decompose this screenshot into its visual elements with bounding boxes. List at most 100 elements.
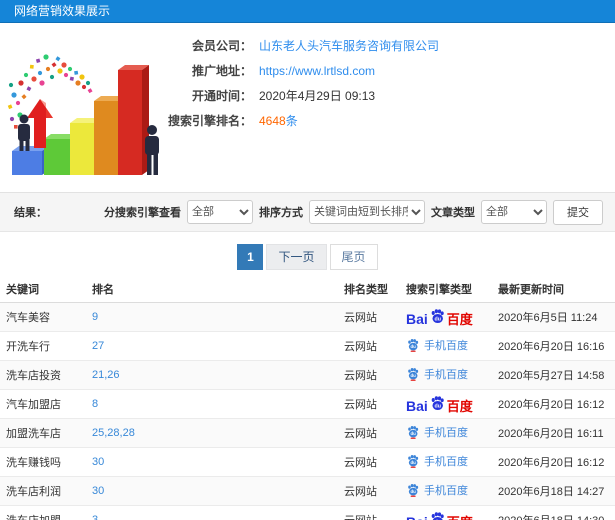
bar-red	[118, 65, 149, 175]
rank-value-link[interactable]: 27	[92, 340, 104, 352]
info-label: 开通时间：	[191, 89, 252, 103]
engine-cell: du 手机百度	[402, 332, 494, 361]
engine-cell: Baidu百度	[402, 303, 494, 332]
keyword-cell: 加盟洗车店	[6, 428, 61, 440]
rank-value-link[interactable]: 9	[92, 311, 98, 323]
rank-value-link[interactable]: 30	[92, 485, 104, 497]
updated-time-cell: 2020年6月5日 11:24	[498, 312, 598, 324]
baidu-logo: Baidu 百度	[406, 395, 473, 413]
table-row: 加盟洗车店 25,28,28 云网站 du 手机百度 2020年6月20日 16:11	[0, 418, 615, 448]
growth-chart-clipart-svg	[7, 54, 159, 175]
baidu-logo-cn: 百度	[446, 398, 473, 414]
info-row: 搜索引擎排名： 4648条	[148, 108, 439, 133]
updated-time-cell: 2020年6月18日 14:30	[494, 506, 615, 520]
keyword-cell: 汽车加盟店	[6, 399, 61, 411]
rank-value-link[interactable]: 3	[92, 514, 98, 520]
svg-text:du: du	[411, 373, 417, 378]
info-label: 推广地址：	[191, 64, 252, 78]
baidu-paw-icon: du	[431, 308, 444, 323]
result-label: 结果：	[14, 207, 47, 219]
updated-time-cell: 2020年6月20日 16:11	[498, 428, 604, 440]
info-row: 推广地址： https://www.lrtlsd.com	[148, 58, 439, 83]
info-value: 4648条	[259, 112, 298, 129]
rank-value-link[interactable]: 25,28,28	[92, 427, 135, 439]
rank-value-link[interactable]: 8	[92, 398, 98, 410]
rank-value-link[interactable]: 21,26	[92, 369, 120, 381]
baidu-logo: Baidu百度	[406, 511, 473, 520]
sort-select[interactable]: 关键词由短到长排序	[309, 200, 425, 224]
info-value-link[interactable]: https://www.lrtlsd.com	[259, 64, 375, 78]
baidu-paw-icon: du	[408, 339, 419, 352]
growth-bar-chart-illustration	[2, 27, 164, 187]
rank-value-link[interactable]: 30	[92, 456, 104, 468]
engine-cell: du 手机百度	[402, 477, 494, 506]
rank-type-cell: 云网站	[344, 341, 377, 353]
info-value-link[interactable]: 山东老人头汽车服务咨询有限公司	[259, 37, 439, 54]
svg-text:du: du	[411, 489, 417, 494]
rank-type-cell: 云网站	[344, 399, 377, 411]
svg-text:du: du	[434, 316, 440, 322]
info-label: 搜索引擎排名：	[167, 114, 252, 128]
table-row: 洗车赚钱吗 30 云网站 du 手机百度 2020年6月20日 16:12	[0, 447, 615, 477]
rank-type-cell: 云网站	[344, 312, 377, 324]
baidu-paw-icon: du	[408, 368, 419, 381]
rank-type-cell: 云网站	[340, 506, 402, 520]
rank-cell: 30	[88, 448, 340, 477]
next-page-button[interactable]: 下一页	[266, 244, 327, 270]
mobile-baidu-label: 手机百度	[424, 340, 468, 352]
engine-rank-count: 4648	[259, 114, 286, 128]
updated-time-cell: 2020年6月20日 16:12	[498, 399, 605, 411]
rank-cell: 9	[88, 303, 340, 332]
updated-time-cell: 2020年6月18日 14:27	[498, 486, 605, 498]
updated-time-cell: 2020年5月27日 14:58	[498, 370, 605, 382]
last-page-button[interactable]: 尾页	[329, 244, 378, 270]
col-rank: 排名	[92, 284, 114, 296]
baidu-logo-cn: 百度	[447, 516, 473, 520]
table-row: 汽车加盟店 8 云网站 Bai du 百度 2020年6月20日 16:12	[0, 389, 615, 419]
svg-text:du: du	[434, 403, 440, 409]
rank-cell: 25,28,28	[88, 419, 340, 448]
svg-text:du: du	[411, 431, 417, 436]
rank-type-cell: 云网站	[344, 370, 377, 382]
mobile-baidu-logo: du 手机百度	[406, 453, 468, 469]
table-header-row: 关键词 排名 排名类型 搜索引擎类型 最新更新时间	[0, 276, 615, 303]
keyword-cell: 汽车美容	[6, 312, 50, 324]
page-1-button[interactable]: 1	[237, 244, 264, 270]
baidu-logo-bai: Bai	[406, 515, 428, 520]
mobile-baidu-label: 手机百度	[424, 427, 468, 439]
info-label: 会员公司：	[191, 39, 252, 53]
updated-time-cell: 2020年6月20日 16:12	[498, 457, 605, 469]
submit-button[interactable]: 提交	[553, 199, 603, 225]
engine-cell: Baidu百度	[402, 506, 494, 520]
baidu-logo: Baidu百度	[406, 308, 473, 326]
table-row: 开洗车行 27 云网站 du 手机百度 2020年6月20日 16:16	[0, 331, 615, 361]
table-row: 洗车店利润 30 云网站 du 手机百度 2020年6月18日 14:27	[0, 476, 615, 506]
table-row: 洗车店投资 21,26 云网站 du 手机百度 2020年5月27日 14:58	[0, 360, 615, 390]
page-title: 网络营销效果展示	[14, 4, 111, 18]
keyword-cell: 洗车赚钱吗	[6, 457, 61, 469]
rank-cell: 21,26	[88, 361, 340, 390]
col-updated: 最新更新时间	[498, 284, 564, 296]
member-info-section: 会员公司： 山东老人头汽车服务咨询有限公司 推广地址： https://www.lrt…	[0, 23, 615, 192]
baidu-paw-icon: du	[431, 395, 444, 410]
keyword-ranking-table: 关键词 排名 排名类型 搜索引擎类型 最新更新时间 汽车美容 9 云网站 Bai du 百…	[0, 276, 615, 520]
baidu-logo-bai: Bai	[406, 397, 428, 414]
businessman-left	[18, 114, 30, 151]
engine-filter-select[interactable]: 全部	[187, 200, 253, 224]
engine-rank-unit: 条	[285, 114, 298, 128]
mobile-baidu-label: 手机百度	[424, 369, 468, 381]
article-type-select[interactable]: 全部	[481, 200, 547, 224]
engine-cell: Baidu 百度	[402, 390, 494, 419]
mobile-baidu-logo: du 手机百度	[406, 482, 468, 498]
bar-blue	[12, 146, 49, 175]
baidu-paw-icon: du	[408, 426, 419, 439]
filter-bar: 结果： 分搜索引擎查看 全部 排序方式 关键词由短到长排序 文章类型 全部 提交	[0, 192, 615, 232]
svg-text:du: du	[411, 344, 417, 349]
rank-cell: 27	[88, 332, 340, 361]
mobile-baidu-logo: du 手机百度	[406, 337, 468, 353]
info-value: 2020年4月29日 09:13	[259, 89, 376, 103]
mobile-baidu-logo: du 手机百度	[406, 366, 468, 382]
title-bar: 网络营销效果展示	[0, 0, 615, 23]
marketing-report-page: 网络营销效果展示 会员公司： 山东老人头汽车服务咨询有限公司 推广地址： htt…	[0, 0, 615, 520]
engine-filter-label: 分搜索引擎查看	[104, 207, 181, 219]
